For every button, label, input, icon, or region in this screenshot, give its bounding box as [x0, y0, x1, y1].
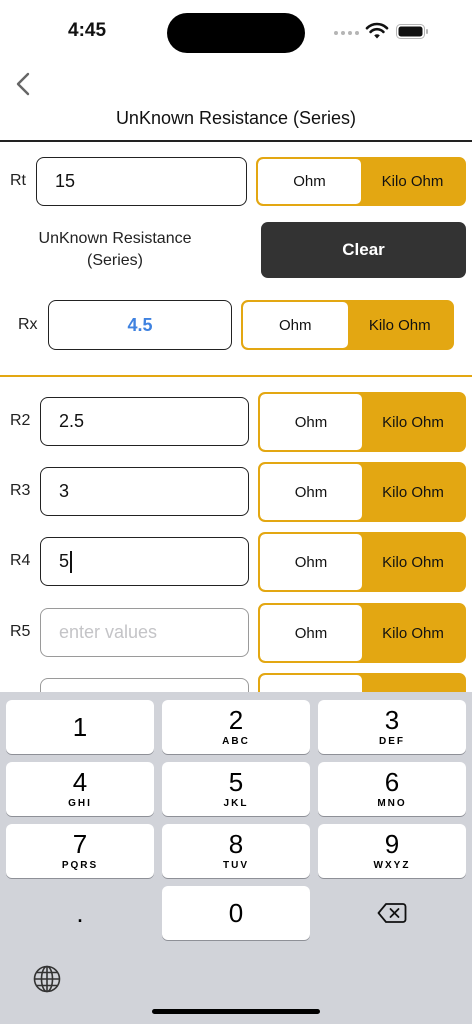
section-divider [0, 375, 472, 377]
calculation-description: UnKnown Resistance (Series) [38, 230, 192, 269]
page-title: UnKnown Resistance (Series) [115, 108, 357, 128]
header-divider [0, 140, 472, 142]
status-time: 4:45 [68, 20, 107, 41]
numeric-keypad: 1 2 ABC 3 DEF 4 GHI 5 JKL 6 MNO 7 PQRS 8… [0, 692, 472, 1024]
key-9[interactable]: 9 WXYZ [318, 824, 466, 878]
rx-unit-kilo-ohm[interactable]: Kilo Ohm [348, 302, 453, 348]
battery-icon [396, 24, 428, 39]
key-8[interactable]: 8 TUV [162, 824, 310, 878]
rt-unit-kilo-ohm[interactable]: Kilo Ohm [361, 159, 464, 204]
text-cursor [70, 550, 73, 573]
rt-unit-ohm[interactable]: Ohm [258, 159, 361, 204]
delete-backspace-icon [377, 903, 407, 923]
r3-unit-toggle[interactable]: Ohm Kilo Ohm [258, 462, 466, 522]
r3-input-value: 3 [59, 481, 70, 501]
rx-result-value: 4.5 [127, 314, 153, 335]
r4-input[interactable]: 5 [40, 537, 249, 586]
wifi-icon [365, 22, 389, 39]
back-chevron-icon[interactable] [12, 70, 34, 98]
rt-input-value: 15 [55, 171, 76, 191]
r4-label: R4 [10, 552, 31, 569]
key-7[interactable]: 7 PQRS [6, 824, 154, 878]
rx-result-field: 4.5 [48, 300, 232, 350]
cellular-signal-icon [334, 31, 359, 35]
r2-input-value: 2.5 [59, 411, 85, 431]
rt-label: Rt [10, 172, 26, 189]
r4-input-value: 5 [59, 551, 70, 571]
rx-label: Rx [18, 316, 38, 333]
r4-unit-ohm[interactable]: Ohm [260, 534, 362, 590]
r2-input[interactable]: 2.5 [40, 397, 249, 446]
r2-unit-ohm[interactable]: Ohm [260, 394, 362, 450]
r4-unit-kilo-ohm[interactable]: Kilo Ohm [362, 534, 464, 590]
key-6[interactable]: 6 MNO [318, 762, 466, 816]
key-2[interactable]: 2 ABC [162, 700, 310, 754]
key-0[interactable]: 0 [162, 886, 310, 940]
home-indicator[interactable] [152, 1009, 320, 1014]
r3-unit-kilo-ohm[interactable]: Kilo Ohm [362, 464, 464, 520]
rx-unit-toggle[interactable]: Ohm Kilo Ohm [241, 300, 454, 350]
key-delete[interactable] [318, 886, 466, 940]
r5-unit-kilo-ohm[interactable]: Kilo Ohm [362, 605, 464, 661]
r2-unit-toggle[interactable]: Ohm Kilo Ohm [258, 392, 466, 452]
clear-button[interactable]: Clear [261, 222, 466, 278]
r2-unit-kilo-ohm[interactable]: Kilo Ohm [362, 394, 464, 450]
r3-input[interactable]: 3 [40, 467, 249, 516]
key-decimal[interactable]: . [6, 886, 154, 940]
status-bar: 4:45 [0, 0, 472, 64]
r3-label: R3 [10, 482, 31, 499]
rt-input[interactable]: 15 [36, 157, 247, 206]
r5-input[interactable]: enter values [40, 608, 249, 657]
dynamic-island [167, 13, 305, 53]
r4-unit-toggle[interactable]: Ohm Kilo Ohm [258, 532, 466, 592]
r5-unit-toggle[interactable]: Ohm Kilo Ohm [258, 603, 466, 663]
r3-unit-ohm[interactable]: Ohm [260, 464, 362, 520]
r5-input-placeholder: enter values [59, 622, 158, 642]
r5-unit-ohm[interactable]: Ohm [260, 605, 362, 661]
rx-unit-ohm[interactable]: Ohm [243, 302, 348, 348]
key-5[interactable]: 5 JKL [162, 762, 310, 816]
key-3[interactable]: 3 DEF [318, 700, 466, 754]
key-4[interactable]: 4 GHI [6, 762, 154, 816]
r5-label: R5 [10, 623, 31, 640]
r2-label: R2 [10, 412, 31, 429]
globe-icon[interactable] [32, 964, 62, 994]
rt-unit-toggle[interactable]: Ohm Kilo Ohm [256, 157, 466, 206]
key-1[interactable]: 1 [6, 700, 154, 754]
